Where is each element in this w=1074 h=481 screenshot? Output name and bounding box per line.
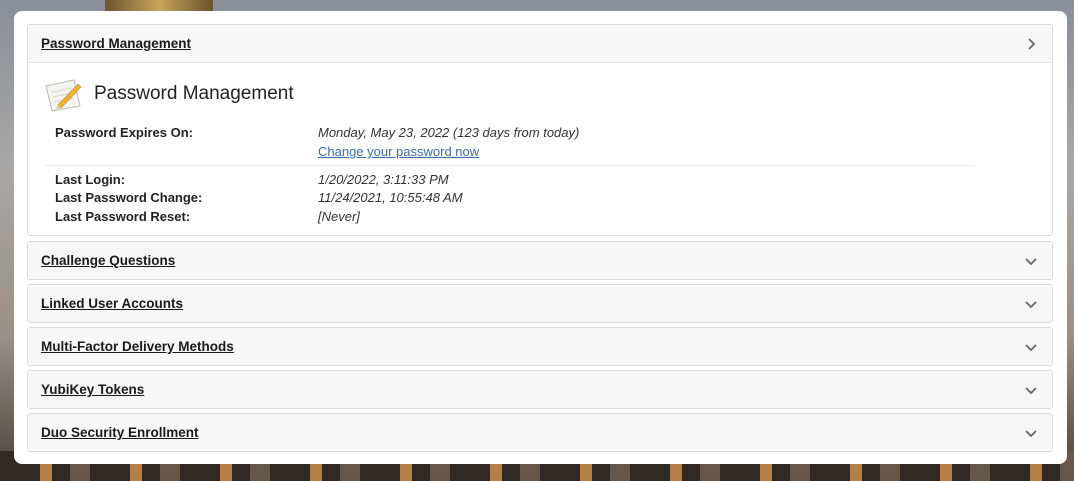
chevron-down-icon[interactable] <box>1024 297 1038 311</box>
expires-value: Monday, May 23, 2022 (123 days from toda… <box>318 125 580 140</box>
last-password-change-label: Last Password Change: <box>55 190 203 205</box>
chevron-down-icon[interactable] <box>1024 383 1038 397</box>
chevron-down-icon[interactable] <box>1024 340 1038 354</box>
last-login-label: Last Login: <box>55 172 126 187</box>
last-password-change-value: 11/24/2021, 10:55:48 AM <box>318 190 463 205</box>
last-login-value: 1/20/2022, 3:11:33 PM <box>318 172 449 187</box>
change-password-link[interactable]: Change your password now <box>318 144 479 159</box>
section-header-multi-factor-delivery-methods[interactable]: Multi-Factor Delivery Methods <box>28 328 1052 365</box>
section-linked-user-accounts: Linked User Accounts <box>27 284 1053 323</box>
section-multi-factor-delivery-methods: Multi-Factor Delivery Methods <box>27 327 1053 366</box>
section-title[interactable]: Duo Security Enrollment <box>41 425 199 440</box>
account-panel: Password Management Password Management … <box>14 11 1067 464</box>
section-password-management: Password Management Password Management … <box>27 24 1053 236</box>
section-header-linked-user-accounts[interactable]: Linked User Accounts <box>28 285 1052 322</box>
chevron-down-icon[interactable] <box>1024 426 1038 440</box>
chevron-down-icon[interactable] <box>1024 254 1038 268</box>
section-header-password-management[interactable]: Password Management <box>28 25 1052 63</box>
divider <box>45 165 973 166</box>
section-header-challenge-questions[interactable]: Challenge Questions <box>28 242 1052 279</box>
section-duo-security-enrollment: Duo Security Enrollment <box>27 413 1053 452</box>
section-title[interactable]: Password Management <box>41 36 191 51</box>
section-header-duo-security-enrollment[interactable]: Duo Security Enrollment <box>28 414 1052 451</box>
section-title[interactable]: Linked User Accounts <box>41 296 183 311</box>
section-header-yubikey-tokens[interactable]: YubiKey Tokens <box>28 371 1052 408</box>
chevron-right-icon[interactable] <box>1024 37 1038 51</box>
page-title: Password Management <box>94 83 294 104</box>
section-yubikey-tokens: YubiKey Tokens <box>27 370 1053 409</box>
section-title[interactable]: Multi-Factor Delivery Methods <box>41 339 234 354</box>
last-password-reset-label: Last Password Reset: <box>55 209 191 224</box>
section-challenge-questions: Challenge Questions <box>27 241 1053 280</box>
section-title[interactable]: Challenge Questions <box>41 253 175 268</box>
password-management-body: Password Management Password Expires On:… <box>28 63 1052 235</box>
section-title[interactable]: YubiKey Tokens <box>41 382 144 397</box>
expires-label: Password Expires On: <box>55 125 193 140</box>
last-password-reset-value: [Never] <box>318 209 360 224</box>
notepad-pencil-icon <box>44 78 84 112</box>
